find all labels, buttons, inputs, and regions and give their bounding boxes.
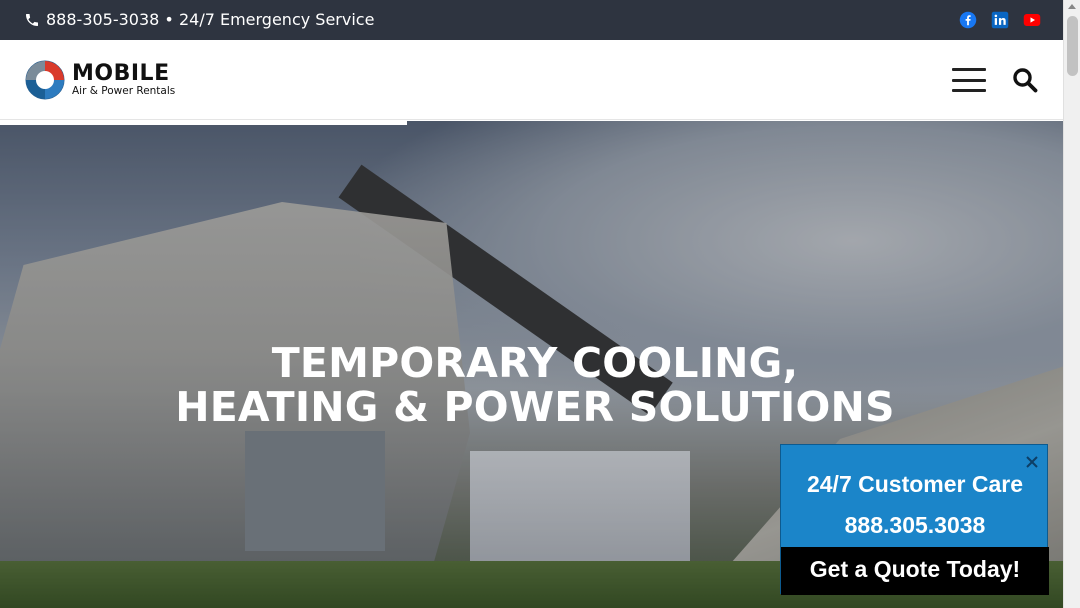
hero-headline-line2: HEATING & POWER SOLUTIONS — [175, 383, 895, 431]
phone-icon — [26, 13, 38, 26]
hero-top-stripe — [0, 121, 407, 125]
logo-mark-icon — [25, 60, 65, 100]
logo-name: MOBILE — [72, 61, 170, 86]
top-contact[interactable]: 888-305-3038 • 24/7 Emergency Service — [24, 10, 374, 29]
facebook-icon[interactable] — [959, 11, 977, 29]
logo-tagline: Air & Power Rentals — [72, 85, 176, 97]
customer-care-box: 24/7 Customer Care 888.305.3038 Get a Qu… — [780, 444, 1049, 595]
site-header: MOBILE Air & Power Rentals — [0, 40, 1063, 120]
close-icon[interactable] — [1025, 455, 1039, 469]
scroll-up-arrow-icon[interactable] — [1068, 4, 1076, 9]
scrollbar-thumb[interactable] — [1067, 16, 1078, 76]
get-quote-button[interactable]: Get a Quote Today! — [781, 547, 1049, 595]
care-phone-link[interactable]: 888.305.3038 — [781, 512, 1049, 539]
linkedin-icon[interactable] — [991, 11, 1009, 29]
youtube-icon[interactable] — [1023, 11, 1041, 29]
menu-hamburger-icon[interactable] — [952, 68, 986, 92]
hero-headline-line1: TEMPORARY COOLING, — [271, 339, 799, 387]
logo-text: MOBILE Air & Power Rentals — [72, 61, 176, 98]
search-icon[interactable] — [1012, 67, 1038, 93]
site-logo[interactable]: MOBILE Air & Power Rentals — [24, 59, 175, 101]
hero-headline: TEMPORARY COOLING, HEATING & POWER SOLUT… — [0, 341, 1063, 429]
top-contact-text: 888-305-3038 • 24/7 Emergency Service — [46, 10, 375, 29]
care-title: 24/7 Customer Care — [806, 471, 1024, 497]
top-bar: 888-305-3038 • 24/7 Emergency Service — [0, 0, 1063, 40]
social-links — [959, 11, 1041, 29]
page-scrollbar[interactable] — [1063, 0, 1080, 608]
